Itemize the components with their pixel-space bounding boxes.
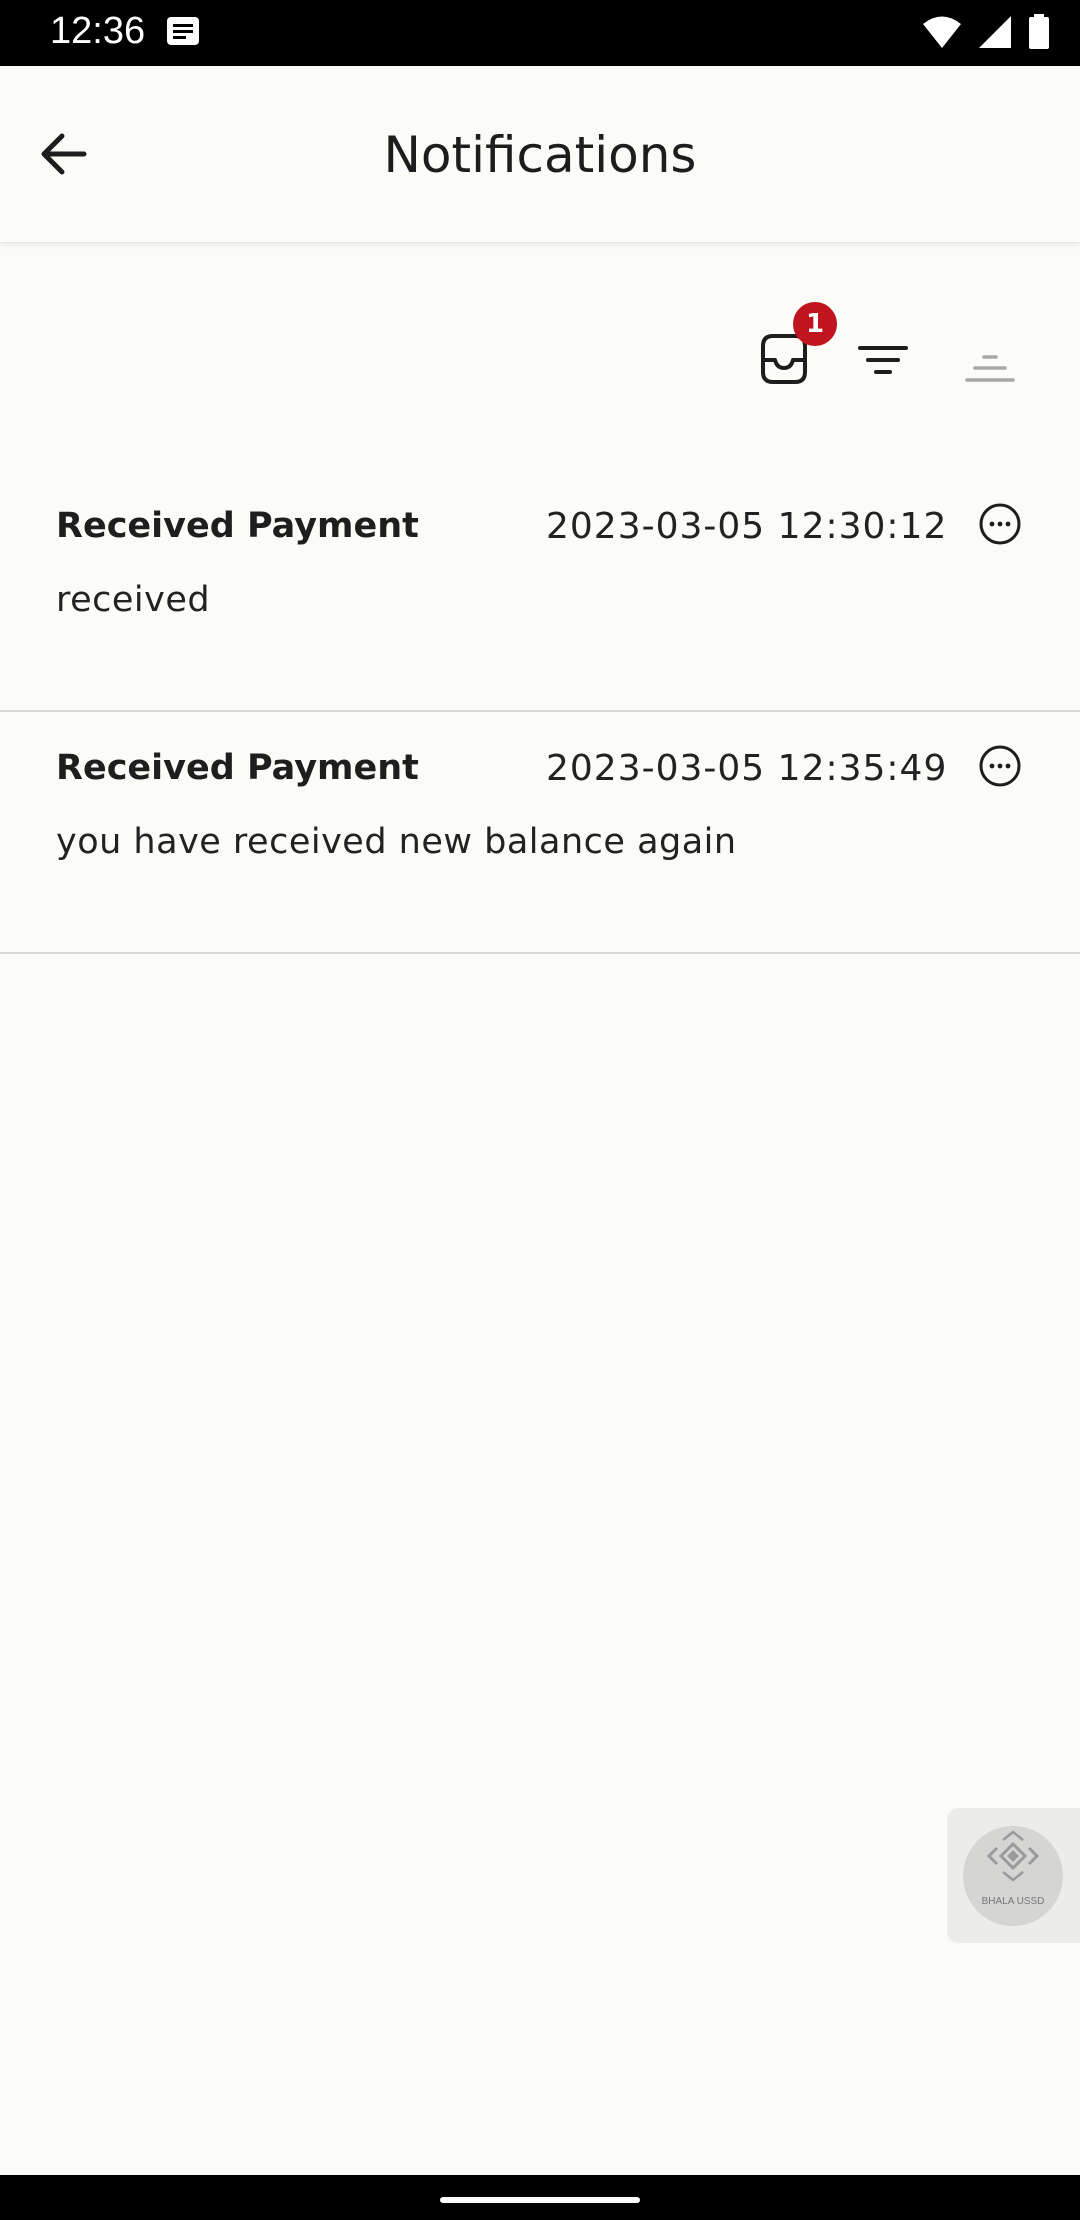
bhala-ussd-label: BHALA USSD [981,1896,1045,1907]
notification-title: Received Payment [56,748,419,788]
notifications-toolbar [0,310,1080,400]
unread-badge: 1 [793,302,837,346]
notification-list: Received Payment 2023-03-05 12:30:12 rec… [0,470,1080,954]
sort-button[interactable] [955,324,1025,394]
notification-item[interactable]: Received Payment 2023-03-05 12:35:49 you… [0,712,1080,954]
notification-item[interactable]: Received Payment 2023-03-05 12:30:12 rec… [0,470,1080,712]
home-indicator[interactable] [440,2197,640,2203]
more-horizontal-circle-icon[interactable] [976,742,1024,790]
more-horizontal-circle-icon[interactable] [976,500,1024,548]
filter-icon [858,346,908,374]
notification-time: 2023-03-05 12:30:12 [546,506,948,547]
bhala-ussd-logo: BHALA USSD [963,1826,1063,1926]
notification-time: 2023-03-05 12:35:49 [546,748,948,789]
filter-button[interactable] [848,324,918,394]
diamond-logo-icon [986,1830,1040,1882]
signal-icon [978,15,1012,53]
status-bar: 12:36 [0,0,1080,66]
app-bar: Notifications [0,66,1080,243]
bhala-ussd-floating-button[interactable]: BHALA USSD [947,1808,1080,1943]
wifi-icon [922,15,962,53]
system-nav-bar [0,2175,1080,2220]
status-time: 12:36 [50,10,146,52]
notification-body: you have received new balance again [56,822,737,862]
battery-icon [1028,14,1050,54]
notification-title: Received Payment [56,506,419,546]
sort-lines-icon [965,355,1015,382]
notification-body: received [56,580,211,620]
notification-note-icon [166,16,200,50]
page-title: Notifications [383,126,697,184]
